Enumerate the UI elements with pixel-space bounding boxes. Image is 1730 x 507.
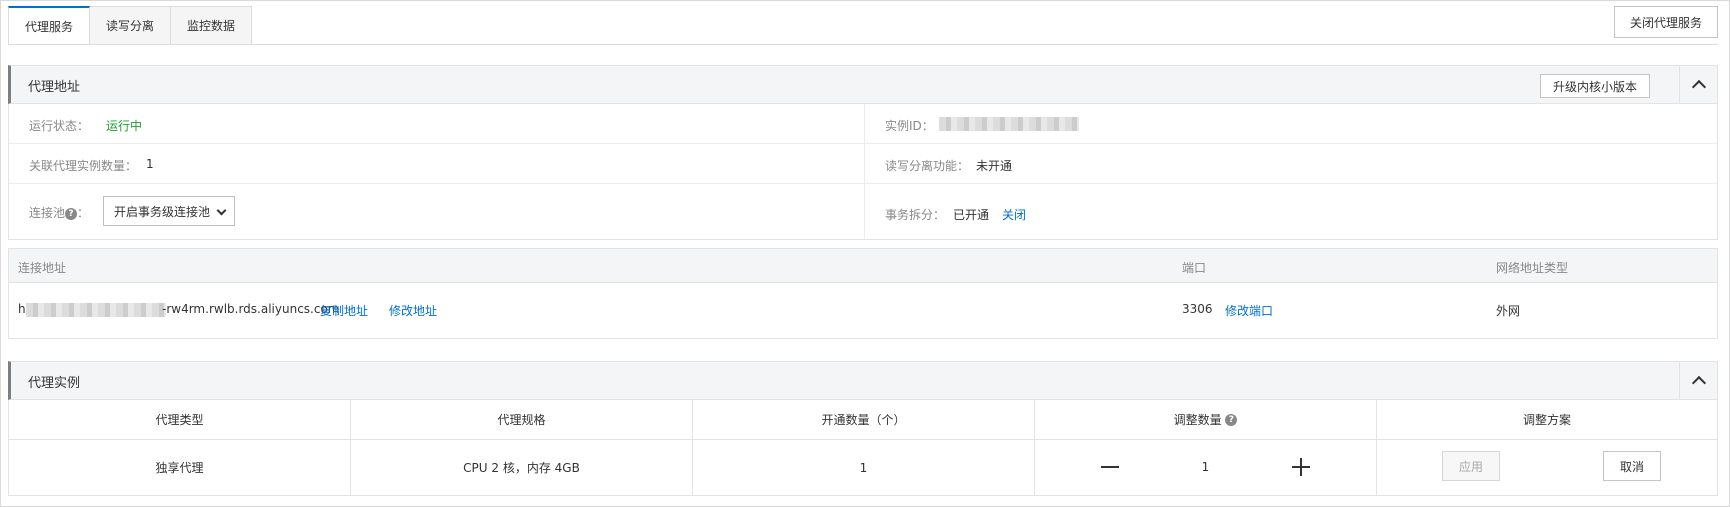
header-proxy-type: 代理类型 <box>9 400 351 439</box>
rw-split-value: 未开通 <box>976 159 1013 173</box>
copy-address-link[interactable]: 复制地址 <box>320 302 368 319</box>
upgrade-kernel-button[interactable]: 升级内核小版本 <box>1540 74 1650 98</box>
proxy-address-header: 代理地址 升级内核小版本 <box>8 65 1718 104</box>
adjust-count-value[interactable]: 1 <box>1035 460 1376 474</box>
run-status-value: 运行中 <box>106 119 143 133</box>
collapse-toggle[interactable] <box>1679 362 1717 399</box>
adjust-count-stepper: 1 <box>1035 440 1377 495</box>
plus-icon[interactable] <box>1288 454 1314 480</box>
pool-mode-selected: 开启事务级连接池 <box>114 204 211 219</box>
modify-port-link[interactable]: 修改端口 <box>1225 302 1273 319</box>
tab-proxy-service[interactable]: 代理服务 <box>8 6 91 45</box>
collapse-toggle[interactable] <box>1679 66 1717 103</box>
help-icon[interactable]: ? <box>1225 413 1238 426</box>
pool-label-wrap: 连接池?： <box>29 206 90 220</box>
tx-split-label: 事务拆分： <box>885 208 946 222</box>
open-count-cell: 1 <box>693 440 1035 495</box>
apply-button[interactable]: 应用 <box>1442 451 1500 481</box>
chevron-up-icon <box>1691 375 1706 391</box>
modify-address-link[interactable]: 修改地址 <box>389 302 437 319</box>
proxy-spec-cell: CPU 2 核，内存 4GB <box>351 440 693 495</box>
header-proxy-spec: 代理规格 <box>351 400 693 439</box>
tab-rw-split[interactable]: 读写分离 <box>90 6 172 45</box>
tab-bar: 代理服务 读写分离 监控数据 <box>8 6 253 45</box>
proxy-instance-header: 代理实例 <box>8 361 1718 400</box>
info-row: 运行状态： 运行中 实例ID： <box>9 104 1717 144</box>
rw-split-label: 读写分离功能： <box>885 159 970 173</box>
section-title: 代理地址 <box>28 80 81 95</box>
header-adjust-count: 调整数量 ? <box>1035 400 1377 439</box>
chevron-up-icon <box>1691 79 1706 95</box>
run-status-label: 运行状态： <box>29 119 90 133</box>
tx-split-value: 已开通 <box>953 208 990 222</box>
column-divider <box>864 104 865 239</box>
header-open-count: 开通数量（个） <box>693 400 1035 439</box>
header-adjust-plan: 调整方案 <box>1522 413 1571 427</box>
header-net-type: 网络地址类型 <box>1496 261 1569 275</box>
tx-split-close-link[interactable]: 关闭 <box>1002 206 1026 223</box>
proxy-type-cell: 独享代理 <box>9 440 351 495</box>
linked-count-value: 1 <box>146 157 154 171</box>
table-header: 连接地址 端口 网络地址类型 <box>9 249 1717 283</box>
port-value: 3306 <box>1182 302 1213 316</box>
pool-mode-select[interactable]: 开启事务级连接池 <box>103 196 235 226</box>
adjust-count-label: 调整数量 <box>1173 413 1222 427</box>
linked-count-label: 关联代理实例数量： <box>29 159 138 173</box>
help-icon[interactable]: ? <box>65 207 78 220</box>
header-port: 端口 <box>1182 261 1207 275</box>
address-prefix: h <box>18 302 26 316</box>
close-proxy-button[interactable]: 关闭代理服务 <box>1614 6 1718 38</box>
instance-id-label: 实例ID： <box>885 119 934 133</box>
address-suffix: -rw4rm.rwlb.rds.aliyuncs.com <box>162 302 340 316</box>
net-type-value: 外网 <box>1496 304 1521 318</box>
info-row: 关联代理实例数量： 1 读写分离功能： 未开通 <box>9 144 1717 184</box>
table-header: 代理类型 代理规格 开通数量（个） 调整数量 ? 调整方案 <box>9 400 1717 440</box>
adjust-plan-cell: 应用 取消 <box>1377 440 1717 495</box>
section-title: 代理实例 <box>28 376 81 391</box>
instance-id-masked <box>939 117 1079 131</box>
proxy-instance-table: 代理类型 代理规格 开通数量（个） 调整数量 ? 调整方案 独享代理 CPU 2… <box>8 400 1718 496</box>
header-address: 连接地址 <box>18 261 67 275</box>
address-masked <box>26 303 166 317</box>
info-row: 连接池?： 开启事务级连接池 事务拆分： 已开通 关闭 <box>9 184 1717 240</box>
table-row: 独享代理 CPU 2 核，内存 4GB 1 1 应用 取消 <box>9 440 1717 495</box>
cancel-button[interactable]: 取消 <box>1603 451 1661 481</box>
pool-label: 连接池 <box>29 206 66 220</box>
tab-monitoring[interactable]: 监控数据 <box>171 6 253 45</box>
tabs-divider <box>8 44 1718 45</box>
chevron-down-icon <box>216 205 227 216</box>
address-table: 连接地址 端口 网络地址类型 h -rw4rm.rwlb.rds.aliyunc… <box>8 248 1718 339</box>
proxy-info-panel: 运行状态： 运行中 实例ID： 关联代理实例数量： 1 读写分离功能： 未开通 … <box>8 104 1718 240</box>
